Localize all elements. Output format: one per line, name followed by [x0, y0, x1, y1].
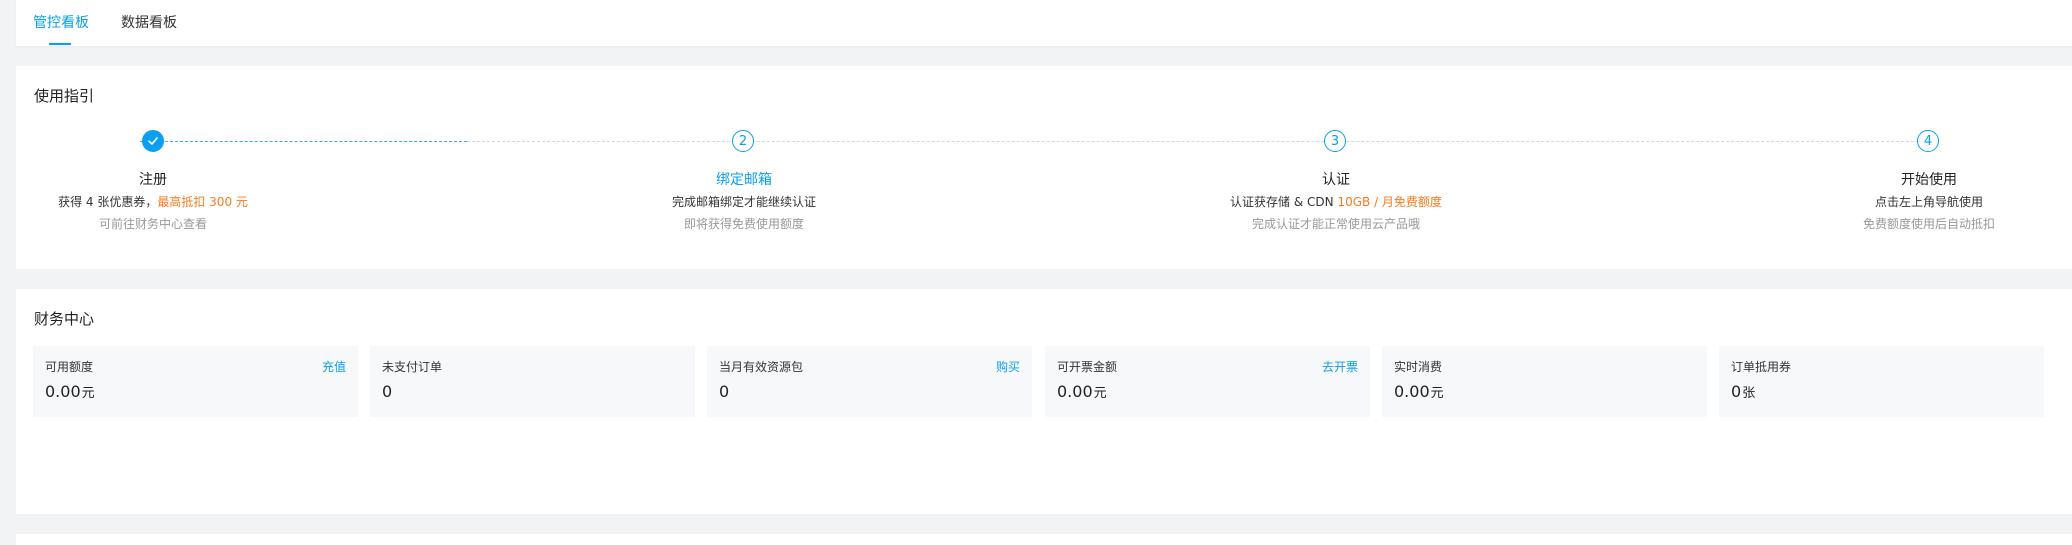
- finance-item-label: 订单抵用券: [1731, 360, 1792, 374]
- finance-title: 财务中心: [34, 310, 95, 328]
- finance-item-label: 未支付订单: [382, 360, 443, 374]
- active-tab-indicator: [49, 43, 71, 45]
- finance-item-available-credit: 可用额度 充值 0.00元: [33, 346, 358, 417]
- invoice-link[interactable]: 去开票: [1322, 358, 1358, 375]
- finance-item-label: 可用额度: [45, 360, 94, 374]
- finance-item-value: 0.00元: [45, 382, 95, 401]
- step-4-title: 开始使用: [1901, 172, 1957, 188]
- check-icon: [148, 137, 158, 145]
- step-1-check-icon: [142, 130, 164, 152]
- finance-item-label: 当月有效资源包: [719, 360, 804, 374]
- step-3-desc: 认证获存储 & CDN 10GB / 月免费额度: [1230, 195, 1442, 209]
- step-2-desc: 完成邮箱绑定才能继续认证: [671, 195, 817, 209]
- step-2-number: 2: [732, 130, 754, 152]
- finance-item-resource-packs: 当月有效资源包 购买 0: [707, 346, 1032, 417]
- step-3-number: 3: [1324, 130, 1346, 152]
- step-1-desc: 获得 4 张优惠券，最高抵扣 300 元: [58, 195, 248, 209]
- step-3-title: 认证: [1322, 172, 1350, 188]
- step-track-done: [140, 141, 467, 142]
- finance-item-unpaid-orders: 未支付订单 0: [370, 346, 695, 417]
- step-1-note: 可前往财务中心查看: [98, 217, 208, 231]
- finance-item-value: 0: [382, 382, 393, 401]
- step-2-note: 即将获得免费使用额度: [683, 217, 805, 231]
- finance-center-card: 财务中心 可用额度 充值 0.00元 未支付订单 0 当月有效资源包 购买 0 …: [16, 289, 2072, 514]
- finance-item-order-vouchers: 订单抵用券 0张: [1719, 346, 2044, 417]
- finance-item-value: 0.00元: [1057, 382, 1107, 401]
- guide-title: 使用指引: [34, 87, 95, 105]
- buy-link[interactable]: 购买: [996, 358, 1020, 375]
- step-1-title: 注册: [139, 172, 167, 188]
- step-4-number: 4: [1917, 130, 1939, 152]
- step-4-desc: 点击左上角导航使用: [1874, 195, 1984, 209]
- next-card-edge: [16, 534, 2072, 545]
- tab-control-board[interactable]: 管控看板: [33, 13, 89, 33]
- top-tab-bar: 管控看板 数据看板: [16, 0, 2072, 46]
- tab-data-board[interactable]: 数据看板: [121, 13, 177, 33]
- step-2-title-link[interactable]: 绑定邮箱: [716, 169, 772, 189]
- step-3-note: 完成认证才能正常使用云产品哦: [1251, 217, 1421, 231]
- step-track-pending: [467, 141, 1929, 142]
- finance-item-realtime-spend: 实时消费 0.00元: [1382, 346, 1707, 417]
- finance-item-label: 可开票金额: [1057, 360, 1118, 374]
- finance-item-label: 实时消费: [1394, 360, 1443, 374]
- finance-item-invoiceable-amount: 可开票金额 去开票 0.00元: [1045, 346, 1370, 417]
- finance-item-value: 0.00元: [1394, 382, 1444, 401]
- recharge-link[interactable]: 充值: [322, 358, 346, 375]
- finance-item-value: 0张: [1731, 382, 1756, 401]
- usage-guide-card: 使用指引 注册 获得 4 张优惠券，最高抵扣 300 元 可前往财务中心查看 2…: [16, 66, 2072, 269]
- finance-item-value: 0: [719, 382, 730, 401]
- step-4-note: 免费额度使用后自动抵扣: [1862, 217, 1996, 231]
